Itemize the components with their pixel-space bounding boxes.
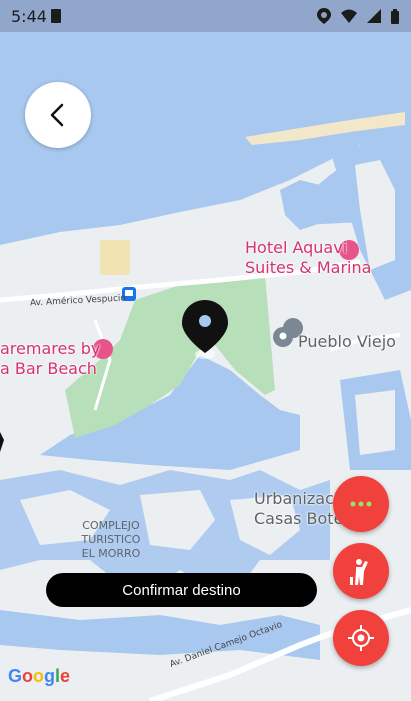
complejo-label: COMPLEJO TURISTICO EL MORRO xyxy=(81,519,141,560)
my-location-button[interactable] xyxy=(333,610,389,666)
confirm-destination-label: Confirmar destino xyxy=(122,581,241,599)
battery-icon xyxy=(391,8,399,24)
google-logo: Google xyxy=(8,666,71,686)
hotel-west-label: aremares by a Bar Beach xyxy=(0,339,101,378)
signal-icon xyxy=(367,9,381,23)
back-button[interactable] xyxy=(25,82,91,148)
hotel-aquavi-label: Hotel Aquavi Suites & Marina xyxy=(245,238,372,277)
more-options-button[interactable] xyxy=(333,476,389,532)
location-icon xyxy=(317,8,331,24)
status-bar: 5:44 xyxy=(0,0,411,32)
status-time: 5:44 xyxy=(11,7,47,26)
my-location-icon xyxy=(348,625,374,651)
screen: Hotel Aquavi Suites & Marina Pueblo Viej… xyxy=(0,0,411,701)
more-dots-icon xyxy=(350,501,372,507)
confirm-destination-button[interactable]: Confirmar destino xyxy=(46,573,317,607)
person-hail-icon xyxy=(350,559,368,585)
wifi-icon xyxy=(341,9,357,23)
pueblo-viejo-label: Pueblo Viejo xyxy=(298,332,396,351)
hail-button[interactable] xyxy=(333,543,389,599)
chevron-left-icon xyxy=(50,103,64,127)
sim-card-icon xyxy=(51,9,61,23)
